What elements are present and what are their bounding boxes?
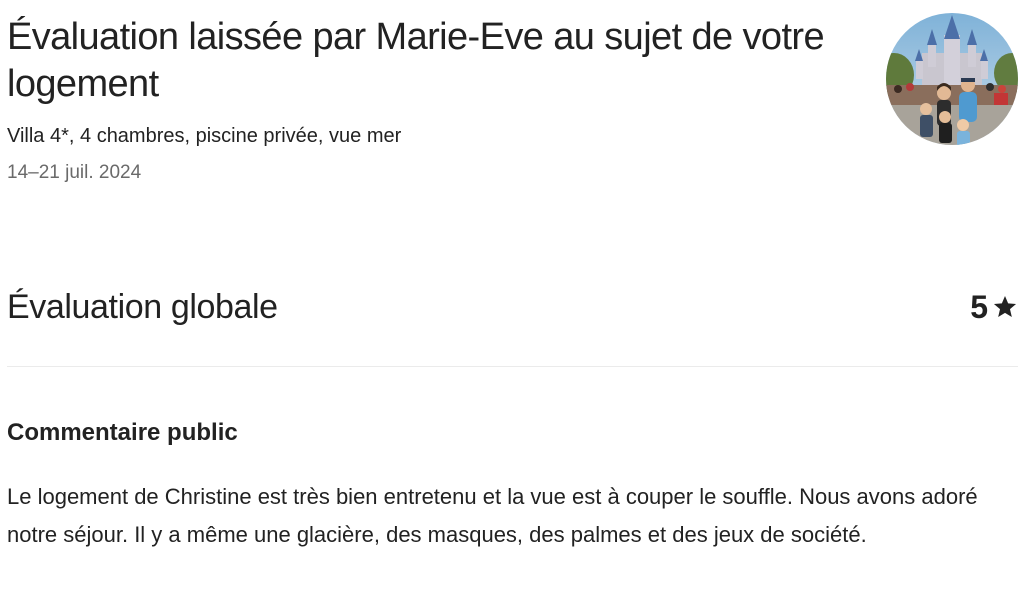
listing-name: Villa 4*, 4 chambres, piscine privée, vu…	[7, 125, 402, 147]
review-header: Évaluation laissée par Marie-Eve au suje…	[7, 14, 867, 185]
rating-value: 5	[970, 288, 988, 325]
rating-value-group: 5	[970, 289, 1018, 326]
overall-rating-label: Évaluation globale	[7, 287, 278, 326]
page-title: Évaluation laissée par Marie-Eve au suje…	[7, 16, 825, 105]
section-divider	[7, 366, 1018, 367]
comment-text: Le logement de Christine est très bien e…	[7, 484, 978, 547]
stay-dates: 14–21 juil. 2024	[7, 162, 142, 183]
avatar[interactable]	[886, 13, 1018, 145]
star-icon	[992, 294, 1018, 320]
overall-rating-row: Évaluation globale 5	[7, 283, 1018, 331]
comment-heading: Commentaire public	[7, 419, 238, 446]
guest-photo	[886, 13, 1018, 145]
